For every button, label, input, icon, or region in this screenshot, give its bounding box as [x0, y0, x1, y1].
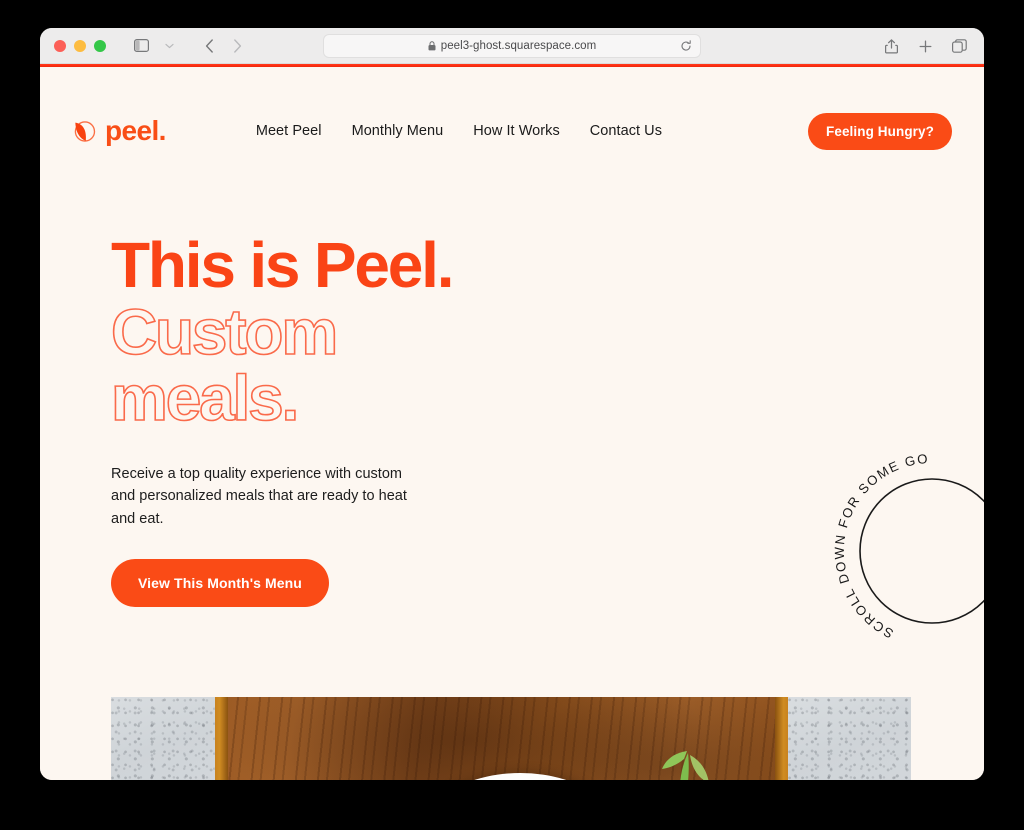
hero-photo-content	[111, 697, 911, 780]
scroll-badge-text: SCROLL DOWN FOR SOME GOOD STUFF ·	[826, 439, 930, 641]
sidebar-toggle-icon[interactable]	[128, 34, 154, 58]
navigation-controls	[128, 34, 250, 58]
chevron-down-icon[interactable]	[156, 34, 182, 58]
peel-leaf-icon	[74, 120, 96, 142]
address-bar[interactable]: peel3-ghost.squarespace.com	[323, 34, 701, 58]
toolbar-actions	[878, 28, 972, 64]
herb-leaf-icon	[657, 745, 715, 780]
address-bar-content: peel3-ghost.squarespace.com	[428, 40, 596, 52]
board-edge-right	[775, 697, 788, 780]
hero-headline-solid: This is Peel.	[111, 229, 455, 301]
hero-headline-outline: Custom meals.	[110, 296, 339, 434]
forward-button-icon[interactable]	[224, 34, 250, 58]
share-icon[interactable]	[878, 34, 904, 58]
close-window-button[interactable]	[54, 39, 66, 52]
nav-link-meet-peel[interactable]: Meet Peel	[256, 123, 322, 139]
scroll-down-badge: SCROLL DOWN FOR SOME GOOD STUFF ·	[826, 439, 984, 651]
hero-section: This is Peel. Custom meals. Receive a to…	[110, 229, 541, 608]
nav-link-how-it-works[interactable]: How It Works	[473, 123, 560, 139]
site-navigation: Meet Peel Monthly Menu How It Works Cont…	[256, 123, 662, 139]
back-button-icon[interactable]	[196, 34, 222, 58]
site-header: peel. Meet Peel Monthly Menu How It Work…	[40, 103, 984, 159]
view-this-months-menu-button[interactable]: View This Month's Menu	[111, 559, 329, 608]
browser-toolbar: peel3-ghost.squarespace.com	[40, 28, 984, 64]
reload-icon[interactable]	[680, 40, 692, 52]
browser-window: peel3-ghost.squarespace.com peel. Meet P…	[40, 28, 984, 780]
hero-photo	[111, 697, 911, 780]
hero-paragraph: Receive a top quality experience with cu…	[111, 465, 407, 527]
nav-link-monthly-menu[interactable]: Monthly Menu	[352, 123, 444, 139]
brand-logo[interactable]: peel.	[71, 117, 166, 145]
scroll-badge-circle	[859, 478, 984, 624]
stone-surface-right	[788, 697, 911, 780]
page-viewport: peel. Meet Peel Monthly Menu How It Work…	[40, 67, 984, 780]
screenshot-root: peel3-ghost.squarespace.com peel. Meet P…	[0, 0, 1024, 830]
brand-name: peel.	[105, 115, 166, 146]
board-edge-left	[215, 697, 228, 780]
tab-overview-icon[interactable]	[946, 34, 972, 58]
minimize-window-button[interactable]	[74, 39, 86, 52]
nav-link-contact-us[interactable]: Contact Us	[590, 123, 662, 139]
address-bar-url: peel3-ghost.squarespace.com	[440, 40, 597, 52]
feeling-hungry-button[interactable]: Feeling Hungry?	[807, 112, 952, 150]
maximize-window-button[interactable]	[94, 39, 106, 52]
new-tab-icon[interactable]	[912, 34, 938, 58]
lock-icon	[428, 41, 436, 51]
stone-surface-left	[111, 697, 215, 780]
window-controls	[54, 39, 106, 52]
